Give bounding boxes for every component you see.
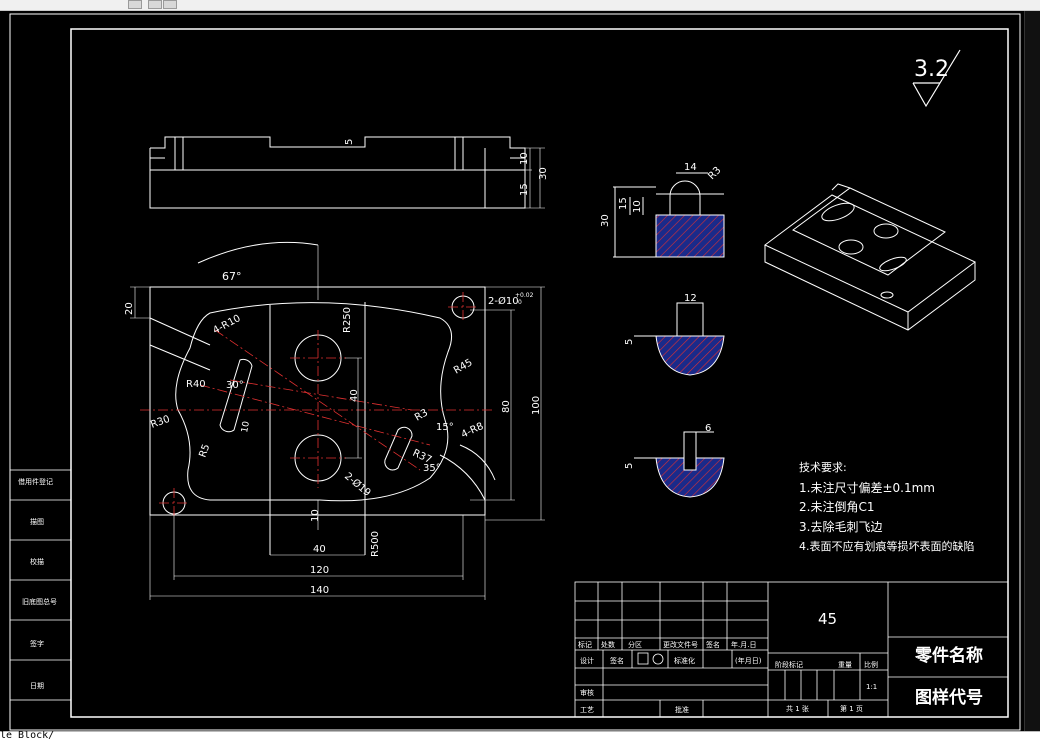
title-block-label: 审核 xyxy=(580,688,594,697)
front-view xyxy=(149,136,545,209)
title-block-label: 更改文件号 xyxy=(663,640,698,649)
dim-text: R30 xyxy=(149,414,171,431)
title-block-label: 阶段标记 xyxy=(775,660,803,669)
section-view-2 xyxy=(634,302,725,376)
material-text: 45 xyxy=(818,610,837,628)
left-strip-label: 校描 xyxy=(30,557,44,566)
drawing-canvas[interactable]: 3.2 5 10 15 30 67° 20 4-R10 R250 2-Ø10 +… xyxy=(0,11,1040,731)
part-name-text: 零件名称 xyxy=(914,645,983,666)
title-block-label: 分区 xyxy=(628,640,642,649)
dim-text: 14 xyxy=(684,162,697,173)
dim-text: 20 xyxy=(124,302,135,315)
dim-text: 15 xyxy=(519,183,530,196)
left-strip-label: 签字 xyxy=(30,639,44,648)
title-block-label: 签名 xyxy=(610,656,624,665)
title-block-label: 比例 xyxy=(864,660,878,669)
dim-text: 5 xyxy=(624,339,635,345)
page-text: 第 1 页 xyxy=(840,704,863,713)
dim-text: 80 xyxy=(501,400,512,413)
section-view-3 xyxy=(634,431,725,498)
left-strip-label: 日期 xyxy=(30,682,44,690)
dim-text: R3 xyxy=(706,165,723,182)
title-block-label: 年.月.日 xyxy=(731,640,756,649)
toolbar-button[interactable] xyxy=(148,0,162,9)
dim-text: 35° xyxy=(423,463,441,474)
dim-text: 10 xyxy=(240,420,252,433)
dim-text: 140 xyxy=(310,585,329,596)
dim-text: 4-R10 xyxy=(211,313,242,337)
left-strip xyxy=(9,469,72,701)
cad-drawing: 3.2 5 10 15 30 67° 20 4-R10 R250 2-Ø10 +… xyxy=(9,13,1021,731)
roughness-value: 3.2 xyxy=(914,57,949,82)
dim-text: 30 xyxy=(600,214,611,227)
drawing-frame xyxy=(70,28,1009,718)
note-item: 3.去除毛刺飞边 xyxy=(799,519,882,534)
toolbar xyxy=(0,0,1040,11)
status-text: le Block/ xyxy=(0,730,55,741)
dim-text: 6 xyxy=(705,423,711,434)
dim-text: 12 xyxy=(684,293,697,304)
dim-text: 10 xyxy=(632,200,643,213)
dim-text: 10 xyxy=(519,152,530,165)
isometric-view xyxy=(764,183,976,331)
drawing-code-text: 图样代号 xyxy=(915,687,983,708)
title-block-label: 设计 xyxy=(580,656,594,665)
dim-text: 40 xyxy=(349,389,360,402)
dim-text: 67° xyxy=(222,270,242,283)
dim-text: 100 xyxy=(531,396,542,415)
scale-text: 1:1 xyxy=(866,683,877,691)
dim-text: R250 xyxy=(342,307,353,333)
dim-text: 15 xyxy=(618,197,629,210)
title-block-label: 标记 xyxy=(578,640,592,649)
dim-text: 40 xyxy=(313,544,326,555)
status-bar: le Block/ xyxy=(0,730,1040,742)
title-block-label: 签名 xyxy=(706,640,720,649)
title-block-label: 重量 xyxy=(838,661,852,669)
plan-dimlines xyxy=(130,245,545,600)
left-strip-label: 旧底图总号 xyxy=(22,597,57,606)
dim-text: 2-Ø19 xyxy=(342,470,373,499)
title-block-label: (年月日) xyxy=(735,656,762,665)
dim-text: 0 xyxy=(518,299,522,306)
dim-text: 4-R8 xyxy=(460,421,486,441)
dim-text: 10 xyxy=(310,509,321,522)
title-block-label: 处数 xyxy=(601,640,615,649)
dim-text: 120 xyxy=(310,565,329,576)
vertical-scrollbar[interactable] xyxy=(1024,11,1040,731)
dim-text: 15° xyxy=(436,422,454,433)
dim-text: 2-Ø10 xyxy=(488,295,519,307)
dim-text: R500 xyxy=(370,531,381,557)
dim-text: 30° xyxy=(226,380,244,391)
left-strip-label: 借用件登记 xyxy=(18,477,53,486)
sheet-border xyxy=(9,13,1021,731)
sheets-text: 共 1 张 xyxy=(786,704,809,713)
section-view-1 xyxy=(613,172,725,258)
dim-text: R5 xyxy=(197,443,212,459)
title-block-label: 工艺 xyxy=(580,706,594,714)
dim-text: +0.02 xyxy=(515,292,534,299)
note-item: 2.未注倒角C1 xyxy=(799,499,874,514)
note-item: 4.表面不应有划痕等损坏表面的缺陷 xyxy=(799,539,975,553)
toolbar-button[interactable] xyxy=(163,0,177,9)
dim-text: 5 xyxy=(624,463,635,469)
dim-text: 5 xyxy=(344,139,355,145)
title-block-label: 标准化 xyxy=(674,656,695,665)
title-block-label: 批准 xyxy=(675,705,689,714)
dim-text: 30 xyxy=(538,167,549,180)
toolbar-button[interactable] xyxy=(128,0,142,9)
dim-text: R40 xyxy=(186,379,206,390)
dim-text: R45 xyxy=(452,357,475,376)
plan-view xyxy=(149,241,496,555)
note-item: 1.未注尺寸偏差±0.1mm xyxy=(799,480,935,495)
left-strip-label: 描图 xyxy=(30,517,44,526)
notes-title: 技术要求: xyxy=(799,461,847,474)
